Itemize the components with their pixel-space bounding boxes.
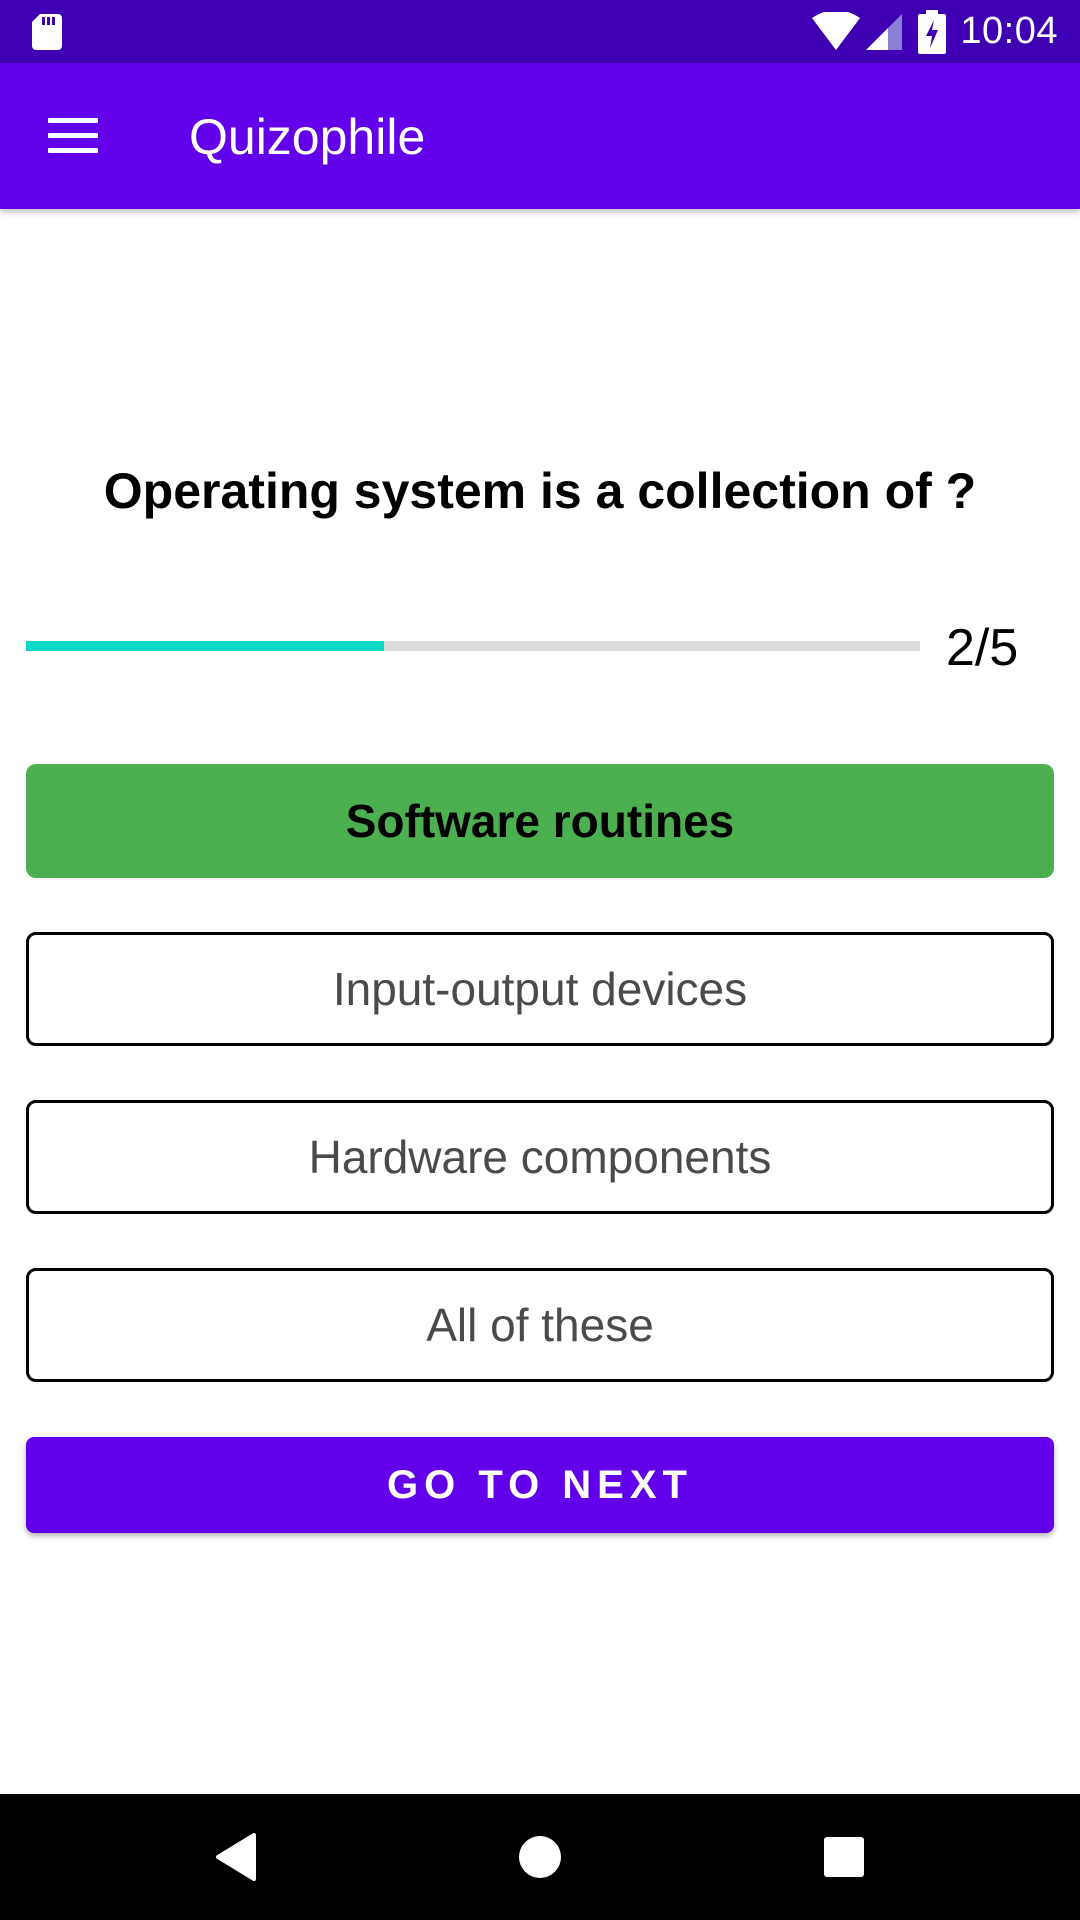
status-bar: 10:04 (0, 0, 1080, 63)
recents-button[interactable] (784, 1794, 904, 1920)
home-icon (519, 1836, 561, 1878)
navigation-bar (0, 1794, 1080, 1920)
screen: 10:04 Quizophile Operating system is a c… (0, 0, 1080, 1920)
status-time: 10:04 (960, 10, 1058, 52)
home-button[interactable] (480, 1794, 600, 1920)
signal-icon (866, 13, 903, 50)
progress-label: 2/5 (946, 619, 1019, 677)
back-icon (216, 1833, 256, 1881)
go-to-next-button[interactable]: GO TO NEXT (26, 1437, 1054, 1533)
recents-icon (824, 1837, 864, 1877)
status-icons: 10:04 (812, 0, 1058, 63)
option-button-4[interactable]: All of these (26, 1268, 1054, 1382)
option-button-2[interactable]: Input-output devices (26, 932, 1054, 1046)
app-title: Quizophile (189, 109, 426, 165)
menu-icon[interactable] (48, 118, 98, 154)
option-button-1[interactable]: Software routines (26, 764, 1054, 878)
sd-card-icon (32, 14, 62, 50)
app-bar: Quizophile (0, 63, 1080, 209)
progress-fill (26, 641, 384, 651)
option-button-3[interactable]: Hardware components (26, 1100, 1054, 1214)
question-text: Operating system is a collection of ? (103, 463, 977, 519)
progress-bar (26, 641, 920, 651)
wifi-icon (812, 11, 861, 50)
battery-charging-icon (918, 9, 947, 54)
back-button[interactable] (176, 1794, 296, 1920)
